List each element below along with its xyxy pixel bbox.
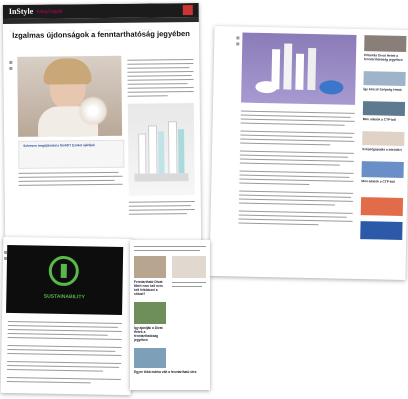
facebook-icon[interactable] — [9, 60, 13, 64]
sidebar-headline[interactable]: Mini adatok a CTP-ből — [363, 117, 407, 122]
ad-badge-icon — [182, 5, 193, 16]
sidebar-headline[interactable]: Mini adatok a CTP-ből — [361, 179, 405, 184]
hero-image — [17, 55, 123, 137]
sidebar-headline[interactable]: Így készül Szépség Hetek — [363, 87, 407, 92]
sidebar-thumb[interactable] — [362, 131, 405, 146]
related-thumb[interactable] — [172, 256, 206, 278]
site-logo[interactable]: InStyle — [9, 7, 34, 16]
related-thumb[interactable] — [134, 348, 166, 368]
related-headline[interactable]: Egyre több márka vált a fenntartható útr… — [134, 370, 204, 374]
related-articles-screenshot: Fenntartható Divat: Miért nem kell nem k… — [130, 240, 210, 390]
video-label: SUSTAINABILITY — [43, 293, 85, 301]
sidebar-thumb[interactable] — [362, 101, 406, 116]
promo-headline[interactable]: Szívesen megújítanád a fürdőt? Ezeket aj… — [23, 143, 119, 148]
sidebar-thumb[interactable] — [364, 35, 407, 52]
promo-box[interactable]: Szívesen megújítanád a fürdőt? Ezeket aj… — [18, 139, 125, 169]
sidebar-headline[interactable]: Szépségápolás a bőrödért — [362, 147, 406, 152]
sidebar-headline[interactable]: Pillantás Divat Hetek a fenntarthatóság … — [364, 53, 408, 62]
video-player[interactable]: SUSTAINABILITY — [6, 244, 124, 315]
pinterest-icon[interactable] — [9, 66, 13, 70]
site-subtitle: Kategóriagyűjt — [36, 8, 63, 14]
facebook-icon[interactable] — [236, 36, 240, 40]
related-thumb[interactable] — [134, 256, 166, 278]
product-image-purple — [241, 32, 357, 105]
article-title: Izgalmas újdonságok a fenntarthatóság je… — [12, 29, 190, 40]
facebook-icon[interactable] — [4, 250, 8, 254]
sidebar-thumb[interactable] — [360, 221, 403, 240]
sidebar-thumb[interactable] — [360, 197, 404, 216]
related-headline[interactable]: Fenntartható Divat: Miért nem kell nem k… — [134, 280, 168, 296]
sidebar-thumb[interactable] — [363, 71, 406, 86]
nav-bar: Divat Szépség Életmód Sztárok Kultúra Ut… — [2, 16, 199, 33]
article-screenshot-video: SUSTAINABILITY — [0, 236, 134, 396]
related-thumb[interactable] — [134, 302, 166, 324]
pinterest-icon[interactable] — [3, 256, 8, 260]
article-screenshot-right: Pillantás Divat Hetek a fenntarthatóság … — [209, 25, 408, 281]
product-image — [127, 103, 195, 196]
pinterest-icon[interactable] — [236, 42, 240, 46]
sidebar-thumb[interactable] — [361, 161, 404, 178]
article-screenshot-main: InStyle Kategóriagyűjt Divat Szépség Éle… — [2, 2, 202, 248]
related-headline[interactable]: Így ajánlják a Divat Hetek a fenntarthat… — [134, 326, 168, 342]
